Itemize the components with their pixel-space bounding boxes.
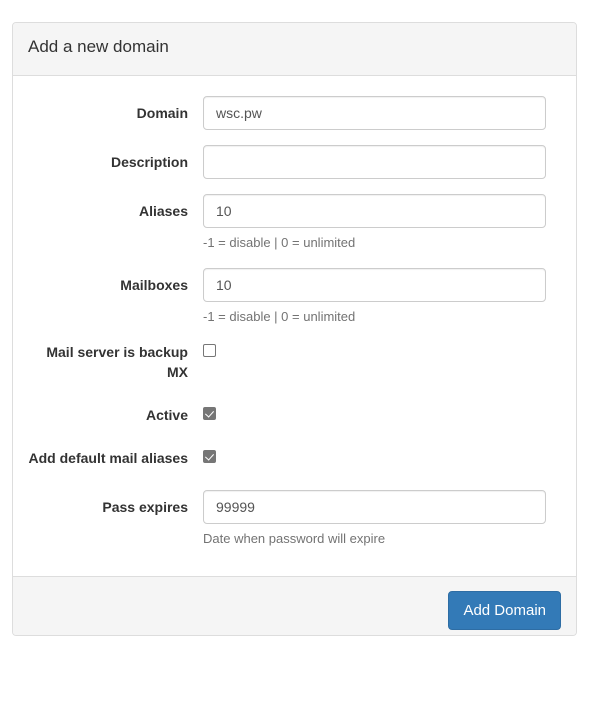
pass-expires-input[interactable] bbox=[203, 490, 546, 525]
form-group-active: Active bbox=[28, 404, 561, 425]
mailboxes-help-text: -1 = disable | 0 = unlimited bbox=[203, 308, 356, 324]
form-group-pass-expires: Pass expires Date when password will exp… bbox=[28, 490, 561, 549]
form-group-default-aliases: Add default mail aliases bbox=[28, 447, 561, 468]
panel-heading: Add a new domain bbox=[13, 23, 576, 76]
page-title: Add a new domain bbox=[28, 37, 169, 56]
domain-input[interactable] bbox=[203, 96, 546, 130]
active-checkbox[interactable] bbox=[203, 407, 216, 421]
description-input[interactable] bbox=[203, 145, 546, 179]
form-group-description: Description bbox=[28, 145, 561, 179]
aliases-help-text: -1 = disable | 0 = unlimited bbox=[203, 235, 356, 250]
pass-expires-control: Date when password will expire bbox=[203, 490, 561, 549]
panel-footer: Add Domain bbox=[13, 575, 576, 635]
aliases-label: Aliases bbox=[138, 203, 188, 219]
backup-mx-checkbox[interactable] bbox=[203, 344, 216, 358]
active-control bbox=[203, 404, 561, 423]
mailboxes-input[interactable] bbox=[203, 267, 546, 302]
mailboxes-control: -1 = disable | 0 = unlimited bbox=[203, 267, 561, 327]
mailboxes-label: Mailboxes bbox=[120, 276, 188, 293]
pass-expires-help-text: Date when password will expire bbox=[203, 531, 386, 547]
form-group-aliases: Aliases -1 = disable | 0 = unlimited bbox=[28, 194, 561, 253]
aliases-input[interactable] bbox=[203, 194, 546, 228]
add-domain-panel: Add a new domain Domain Description Alia… bbox=[12, 22, 577, 636]
pass-expires-label: Pass expires bbox=[102, 499, 188, 516]
backup-mx-label: Mail server is backup MX bbox=[46, 344, 188, 381]
aliases-control: -1 = disable | 0 = unlimited bbox=[203, 194, 561, 253]
add-domain-button[interactable]: Add Domain bbox=[448, 590, 561, 631]
panel-body: Domain Description Aliases -1 = disable … bbox=[13, 76, 576, 576]
active-label: Active bbox=[145, 407, 188, 424]
domain-control bbox=[203, 96, 561, 130]
form-group-mailboxes: Mailboxes -1 = disable | 0 = unlimited bbox=[28, 267, 561, 327]
default-aliases-checkbox[interactable] bbox=[203, 450, 216, 464]
form-group-domain: Domain bbox=[28, 96, 561, 130]
form-group-backup-mx: Mail server is backup MX bbox=[28, 341, 561, 382]
domain-label: Domain bbox=[136, 105, 188, 121]
description-control bbox=[203, 145, 561, 179]
backup-mx-control bbox=[203, 341, 561, 360]
default-aliases-control bbox=[203, 447, 561, 466]
description-label: Description bbox=[110, 154, 188, 170]
default-aliases-label: Add default mail aliases bbox=[28, 450, 189, 467]
